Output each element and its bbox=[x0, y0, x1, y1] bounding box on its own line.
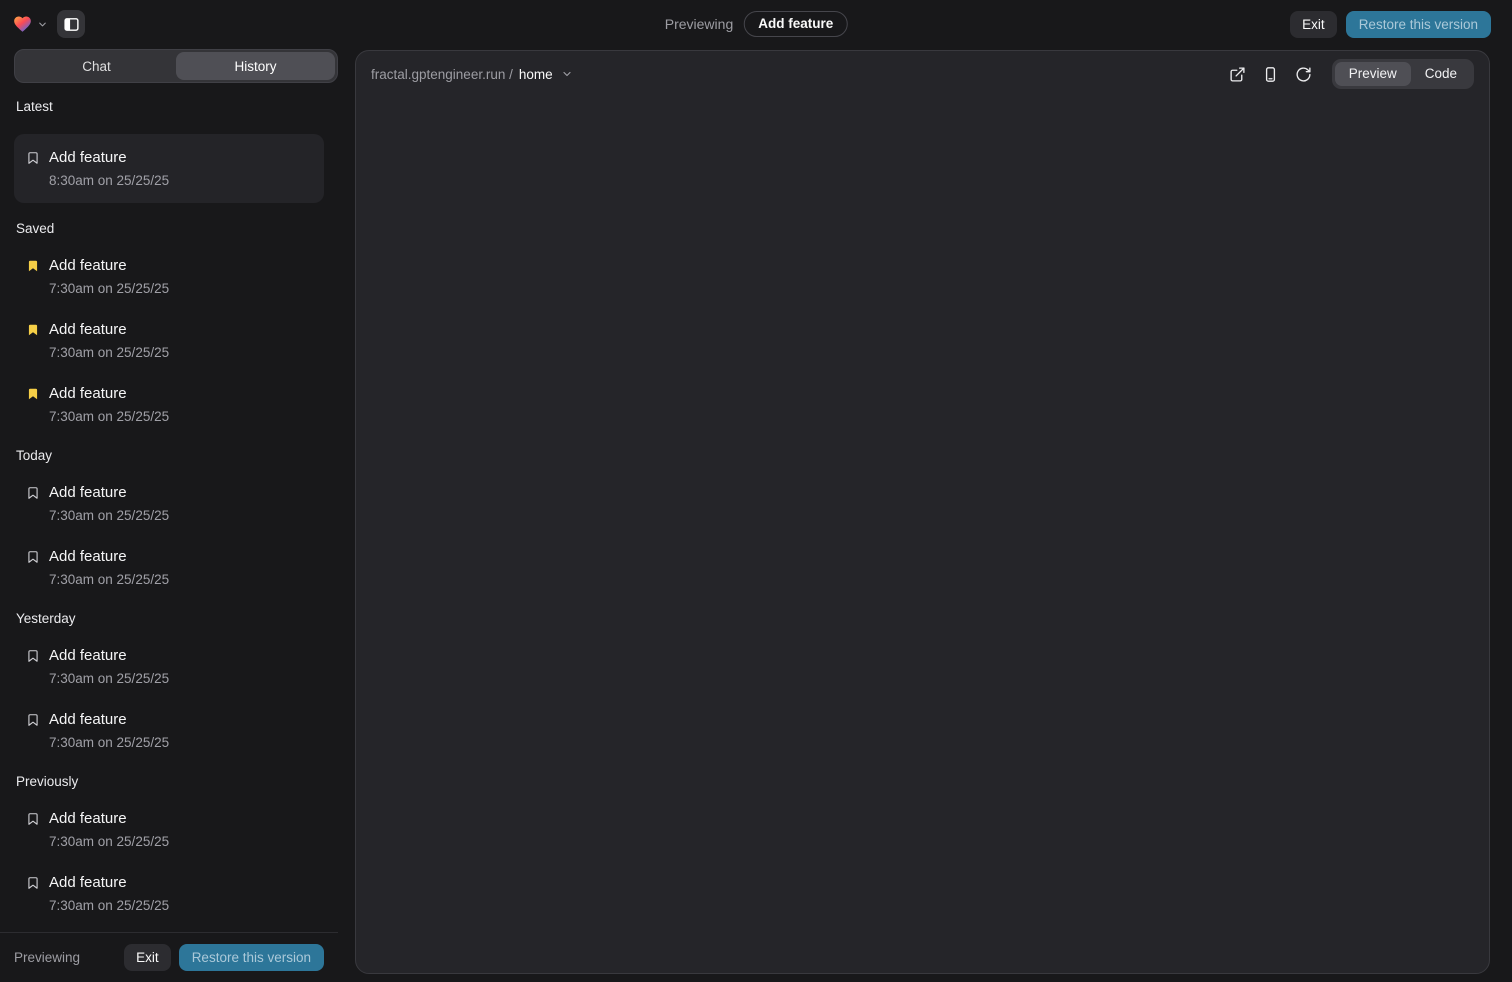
route-selector[interactable]: home bbox=[519, 67, 553, 82]
section-label: Saved bbox=[16, 221, 322, 236]
smartphone-icon bbox=[1262, 66, 1279, 83]
top-header: Previewing Add feature Exit Restore this… bbox=[0, 0, 1512, 48]
preview-viewport[interactable] bbox=[356, 97, 1489, 973]
history-item[interactable]: Add feature 7:30am on 25/25/25 bbox=[14, 547, 324, 587]
history-item-title: Add feature bbox=[49, 710, 169, 729]
mobile-view-button[interactable] bbox=[1258, 61, 1284, 87]
preview-panel: fractal.gptengineer.run / home Pr bbox=[355, 50, 1490, 974]
chevron-down-icon[interactable] bbox=[561, 68, 573, 80]
history-item-title: Add feature bbox=[49, 547, 169, 566]
tab-history[interactable]: History bbox=[176, 52, 335, 80]
section-label: Previously bbox=[16, 774, 322, 789]
history-item-time: 7:30am on 25/25/25 bbox=[49, 345, 169, 360]
bookmark-outline-icon bbox=[26, 485, 40, 501]
history-item-time: 7:30am on 25/25/25 bbox=[49, 735, 169, 750]
history-item-title: Add feature bbox=[49, 320, 169, 339]
chevron-down-icon bbox=[37, 19, 48, 30]
view-mode-toggle: Preview Code bbox=[1332, 59, 1474, 89]
preview-toolbar: fractal.gptengineer.run / home Pr bbox=[356, 51, 1489, 97]
exit-button[interactable]: Exit bbox=[124, 944, 171, 971]
panel-left-icon bbox=[63, 16, 80, 33]
history-item-title: Add feature bbox=[49, 809, 169, 828]
history-item[interactable]: Add feature 7:30am on 25/25/25 bbox=[14, 256, 324, 296]
version-badge: Add feature bbox=[744, 11, 847, 37]
history-item-title: Add feature bbox=[49, 148, 169, 167]
restore-version-button[interactable]: Restore this version bbox=[179, 944, 324, 971]
section-label: Latest bbox=[16, 99, 322, 114]
history-section-yesterday: Yesterday Add feature 7:30am on 25/25/25… bbox=[14, 611, 324, 750]
toggle-preview[interactable]: Preview bbox=[1335, 62, 1411, 86]
bookmark-filled-icon bbox=[26, 322, 40, 338]
history-item-title: Add feature bbox=[49, 873, 169, 892]
history-item-selected[interactable]: Add feature 8:30am on 25/25/25 bbox=[14, 134, 324, 203]
history-item[interactable]: Add feature 7:30am on 25/25/25 bbox=[14, 809, 324, 849]
toggle-code[interactable]: Code bbox=[1411, 62, 1471, 86]
refresh-button[interactable] bbox=[1291, 61, 1317, 87]
preview-url-prefix: fractal.gptengineer.run / bbox=[371, 67, 513, 82]
history-item-time: 8:30am on 25/25/25 bbox=[49, 173, 169, 188]
exit-button[interactable]: Exit bbox=[1290, 11, 1337, 38]
bookmark-outline-icon bbox=[26, 549, 40, 565]
history-section-saved: Saved Add feature 7:30am on 25/25/25 Add… bbox=[14, 221, 324, 424]
bookmark-filled-icon bbox=[26, 386, 40, 402]
history-item-time: 7:30am on 25/25/25 bbox=[49, 898, 169, 913]
history-item-time: 7:30am on 25/25/25 bbox=[49, 671, 169, 686]
section-label: Today bbox=[16, 448, 322, 463]
bookmark-outline-icon bbox=[26, 712, 40, 728]
history-item[interactable]: Add feature 7:30am on 25/25/25 bbox=[14, 646, 324, 686]
history-section-previously: Previously Add feature 7:30am on 25/25/2… bbox=[14, 774, 324, 913]
history-item[interactable]: Add feature 7:30am on 25/25/25 bbox=[14, 873, 324, 913]
version-history-list: Latest Add feature 8:30am on 25/25/25 Sa… bbox=[0, 83, 338, 932]
history-item-title: Add feature bbox=[49, 646, 169, 665]
history-item[interactable]: Add feature 7:30am on 25/25/25 bbox=[14, 320, 324, 360]
history-item-time: 7:30am on 25/25/25 bbox=[49, 572, 169, 587]
history-item[interactable]: Add feature 7:30am on 25/25/25 bbox=[14, 483, 324, 523]
lovable-heart-logo-icon bbox=[12, 14, 33, 34]
previewing-label: Previewing bbox=[665, 16, 733, 32]
open-in-new-tab-button[interactable] bbox=[1225, 61, 1251, 87]
history-section-latest: Latest Add feature 8:30am on 25/25/25 bbox=[14, 99, 324, 203]
history-item-time: 7:30am on 25/25/25 bbox=[49, 834, 169, 849]
history-item-title: Add feature bbox=[49, 256, 169, 275]
sidebar-footer: Previewing Exit Restore this version bbox=[0, 932, 338, 982]
section-label: Yesterday bbox=[16, 611, 322, 626]
bookmark-outline-icon bbox=[26, 648, 40, 664]
bookmark-outline-icon bbox=[26, 811, 40, 827]
bookmark-outline-icon bbox=[26, 150, 40, 166]
tab-chat[interactable]: Chat bbox=[17, 52, 176, 80]
bookmark-filled-icon bbox=[26, 258, 40, 274]
history-sidebar: Chat History Latest Add feature 8:30am o… bbox=[0, 48, 338, 982]
bookmark-outline-icon bbox=[26, 875, 40, 891]
sidebar-toggle-button[interactable] bbox=[57, 10, 85, 38]
external-link-icon bbox=[1229, 66, 1246, 83]
workspace-menu-button[interactable] bbox=[12, 14, 48, 34]
history-item[interactable]: Add feature 7:30am on 25/25/25 bbox=[14, 710, 324, 750]
history-item-time: 7:30am on 25/25/25 bbox=[49, 508, 169, 523]
history-item-time: 7:30am on 25/25/25 bbox=[49, 409, 169, 424]
sidebar-tab-switcher: Chat History bbox=[14, 49, 338, 83]
history-item-title: Add feature bbox=[49, 384, 169, 403]
restore-version-button[interactable]: Restore this version bbox=[1346, 11, 1491, 38]
history-item-title: Add feature bbox=[49, 483, 169, 502]
history-item-time: 7:30am on 25/25/25 bbox=[49, 281, 169, 296]
history-item[interactable]: Add feature 7:30am on 25/25/25 bbox=[14, 384, 324, 424]
history-section-today: Today Add feature 7:30am on 25/25/25 Add… bbox=[14, 448, 324, 587]
previewing-label: Previewing bbox=[14, 950, 80, 965]
refresh-icon bbox=[1295, 66, 1312, 83]
